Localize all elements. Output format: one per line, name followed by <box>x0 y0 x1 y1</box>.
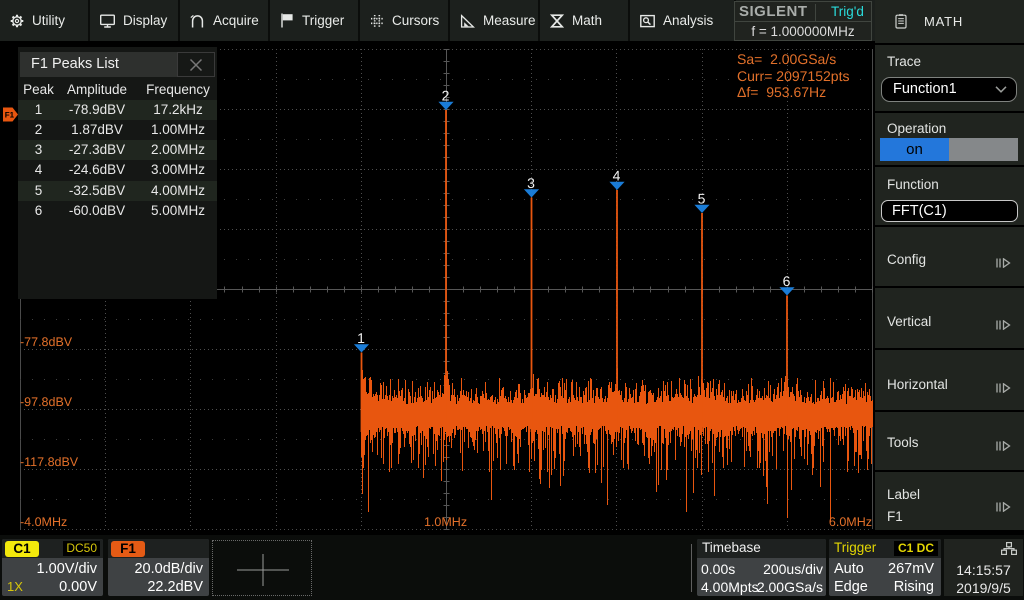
svg-text:6.0MHz: 6.0MHz <box>829 515 872 529</box>
svg-text:Curr= 2097152pts: Curr= 2097152pts <box>737 68 849 84</box>
svg-text:Δf= 953.67Hz: Δf= 953.67Hz <box>737 84 826 100</box>
svg-text:-97.8dBV: -97.8dBV <box>20 395 73 409</box>
svg-text:-77.8dBV: -77.8dBV <box>20 335 73 349</box>
svg-text:-4.0MHz: -4.0MHz <box>20 515 67 529</box>
svg-text:-117.8dBV: -117.8dBV <box>20 455 79 469</box>
svg-text:5: 5 <box>698 191 706 207</box>
svg-text:1.0MHz: 1.0MHz <box>424 515 467 529</box>
svg-text:6: 6 <box>783 273 791 289</box>
svg-text:2: 2 <box>442 88 450 104</box>
svg-text:1: 1 <box>357 330 365 346</box>
svg-text:4: 4 <box>613 168 621 184</box>
svg-text:F1: F1 <box>5 111 15 120</box>
svg-text:3: 3 <box>527 175 535 191</box>
svg-text:Sa= 2.00GSa/s: Sa= 2.00GSa/s <box>737 51 836 67</box>
